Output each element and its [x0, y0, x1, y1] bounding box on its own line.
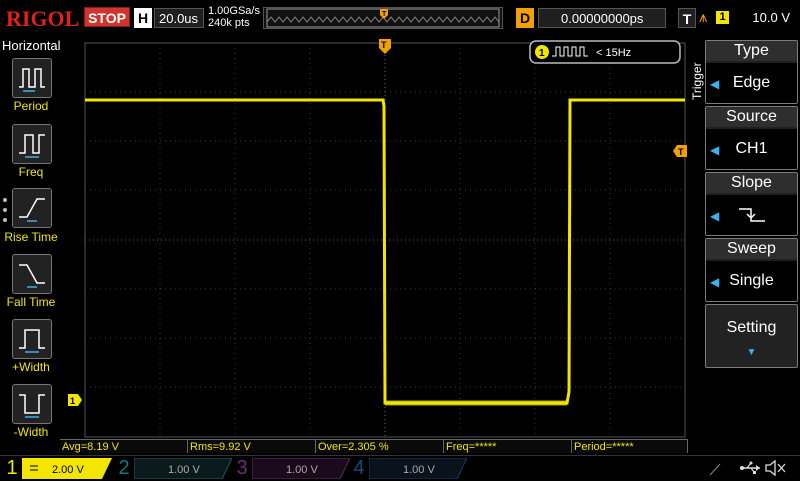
trigger-slope-menu[interactable]: Slope ◀ [705, 172, 798, 236]
ch4-scale-box[interactable]: 1.00 V [369, 458, 467, 479]
ch1-number[interactable]: 1 [2, 456, 22, 481]
svg-text:T: T [678, 147, 684, 157]
left-arrow-icon: ◀ [710, 77, 720, 91]
period-label: Period [13, 99, 49, 113]
fall-time-icon [19, 264, 45, 288]
frequency-readout: < 15Hz [596, 47, 631, 59]
trigger-level-readout[interactable]: 10.0 V [740, 8, 796, 28]
measurement-period[interactable]: Period=***** [572, 439, 688, 453]
rise-time-label: Rise Time [4, 230, 58, 244]
positive-width-button[interactable] [12, 319, 52, 359]
page-dot [3, 198, 7, 202]
ch1-scale: 2.00 V [52, 464, 84, 476]
svg-text:1: 1 [539, 48, 545, 59]
trigger-key[interactable]: T [678, 8, 696, 28]
usb-icon [740, 461, 760, 474]
left-arrow-icon: ◀ [710, 209, 720, 223]
delay-readout[interactable]: 0.00000000ps [538, 8, 666, 28]
sample-rate: 1.00GSa/s [208, 5, 260, 17]
memory-position-indicator[interactable]: T [263, 7, 503, 29]
horizontal-key[interactable]: H [134, 8, 152, 28]
memory-depth: 240k pts [208, 17, 250, 29]
left-arrow-icon: ◀ [710, 143, 720, 157]
menu-title: Slope [706, 173, 797, 193]
ch4-number[interactable]: 4 [349, 456, 369, 481]
menu-title: Type [706, 41, 797, 61]
ch1-scale-box[interactable]: 2.00 V [22, 458, 112, 479]
menu-value: CH1 [706, 129, 797, 169]
acquisition-info: 1.00GSa/s 240k pts [208, 5, 260, 29]
freq-label: Freq [18, 165, 44, 179]
ch4-scale: 1.00 V [403, 464, 435, 476]
fall-time-label: Fall Time [6, 295, 56, 309]
timebase-readout[interactable]: 20.0us [154, 8, 204, 28]
left-panel-title: Horizontal [2, 38, 61, 53]
trigger-sweep-menu[interactable]: Sweep Single ◀ [705, 238, 798, 302]
run-stop-status[interactable]: STOP [84, 7, 130, 27]
measurement-avg[interactable]: Avg=8.19 V [60, 439, 188, 453]
measurement-rms[interactable]: Rms=9.92 V [188, 439, 316, 453]
menu-title: Source [706, 107, 797, 127]
ch3-scale: 1.00 V [286, 464, 318, 476]
trigger-slope-icon: ⩚ [699, 9, 708, 26]
waveform-display[interactable]: T T 1 1 < 15Hz [62, 36, 687, 439]
scroll-icon [710, 463, 721, 476]
trigger-channel-badge: 1 [716, 11, 729, 24]
positive-width-icon [19, 329, 45, 353]
svg-text:T: T [382, 11, 387, 18]
trigger-source-menu[interactable]: Source CH1 ◀ [705, 106, 798, 170]
period-button[interactable] [12, 58, 52, 98]
page-dot [3, 218, 7, 222]
negative-width-button[interactable] [12, 384, 52, 424]
svg-text:1: 1 [70, 396, 75, 406]
menu-title: Setting [726, 319, 777, 336]
menu-section-label: Trigger [690, 62, 704, 100]
fall-time-button[interactable] [12, 254, 52, 294]
ch3-scale-box[interactable]: 1.00 V [252, 458, 350, 479]
ch3-number[interactable]: 3 [232, 456, 252, 481]
menu-value: Single [706, 261, 797, 301]
menu-title: Sweep [706, 239, 797, 259]
falling-edge-icon [738, 208, 765, 222]
menu-value-graphic [706, 195, 797, 235]
rise-time-button[interactable] [12, 188, 52, 228]
period-icon [19, 68, 45, 92]
trigger-type-menu[interactable]: Type Edge ◀ [705, 40, 798, 104]
measurement-freq[interactable]: Freq=***** [444, 439, 572, 453]
speaker-muted-icon[interactable] [764, 459, 788, 477]
channel-bar: 1 2.00 V 2 1.00 V 3 1.00 V 4 1.00 V [0, 455, 800, 481]
positive-width-label: +Width [12, 360, 50, 374]
page-dot [3, 208, 7, 212]
measurement-bar: Avg=8.19 V Rms=9.92 V Over=2.305 % Freq=… [60, 439, 688, 453]
down-arrow-icon: ▼ [746, 347, 757, 358]
ch2-scale: 1.00 V [168, 464, 200, 476]
freq-button[interactable] [12, 124, 52, 164]
rise-time-icon [19, 198, 45, 222]
brand-logo: RIGOL [6, 6, 80, 31]
ch2-number[interactable]: 2 [114, 456, 134, 481]
ch2-scale-box[interactable]: 1.00 V [134, 458, 232, 479]
menu-value: Edge [706, 63, 797, 103]
freq-icon [19, 134, 45, 158]
svg-text:T: T [381, 40, 387, 50]
negative-width-label: -Width [13, 425, 49, 439]
left-arrow-icon: ◀ [710, 275, 720, 289]
negative-width-icon [19, 394, 45, 418]
measurement-overshoot[interactable]: Over=2.305 % [316, 439, 444, 453]
frequency-counter[interactable]: 1 < 15Hz [529, 40, 681, 64]
delay-key[interactable]: D [516, 8, 534, 28]
trigger-setting-menu[interactable]: Setting ▼ [705, 304, 798, 368]
